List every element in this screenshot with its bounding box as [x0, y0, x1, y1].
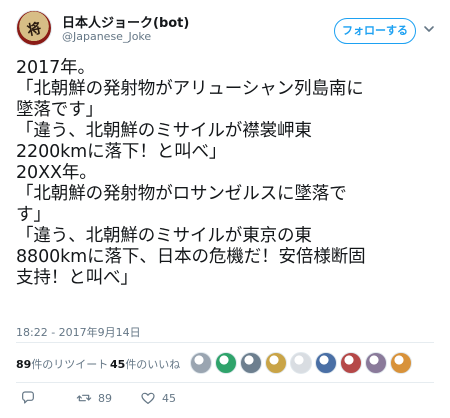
tweet-line: 2200kmに落下！と叫べ」 [16, 142, 227, 162]
retweets-count: 89 [16, 358, 32, 371]
heart-icon [141, 392, 155, 404]
user-handle[interactable]: @Japanese_Joke [62, 30, 151, 43]
tweet-line: 支持！と叫べ」 [16, 268, 138, 288]
tweet-line: 「北朝鮮の発射物がロサンゼルスに墜落で [16, 184, 347, 204]
tweet-text: 2017年。 「北朝鮮の発射物がアリューシャン列島南に 墜落です」 「違う、北朝… [16, 58, 436, 289]
reply-button[interactable] [20, 388, 36, 408]
retweet-button[interactable]: 89 [76, 388, 112, 408]
tweet-line: 2017年。 [16, 58, 95, 78]
liker-avatar[interactable] [190, 352, 212, 374]
divider [16, 342, 434, 343]
display-name[interactable]: 日本人ジョーク(bot) [62, 12, 189, 31]
tweet-line: 「違う、北朝鮮のミサイルが東京の東 [16, 226, 312, 246]
liker-avatar[interactable] [290, 352, 312, 374]
tweet-line: 「違う、北朝鮮のミサイルが襟裳岬東 [16, 121, 312, 141]
avatar[interactable]: 将 [16, 10, 52, 46]
reply-icon [22, 391, 34, 404]
tweet-line: 8800kmに落下、日本の危機だ！安倍様断固 [16, 247, 366, 267]
liker-avatar[interactable] [215, 352, 237, 374]
chevron-down-icon[interactable] [422, 22, 436, 36]
tweet-line: 「北朝鮮の発射物がアリューシャン列島南に [16, 79, 364, 99]
tweet-actions: 89 45 [16, 388, 434, 410]
retweet-icon [76, 394, 92, 402]
retweets-label: 件のリツイート [31, 358, 109, 371]
avatar-glyph: 将 [25, 20, 43, 40]
tweet-header: 将 日本人ジョーク(bot) @Japanese_Joke フォローする [16, 10, 434, 54]
likes-count: 45 [110, 358, 126, 371]
like-count: 45 [162, 391, 176, 405]
liker-avatar[interactable] [315, 352, 337, 374]
liker-avatar[interactable] [340, 352, 362, 374]
likes-label: 件のいいね [125, 358, 181, 371]
liker-avatar[interactable] [240, 352, 262, 374]
like-button[interactable]: 45 [140, 388, 176, 408]
liker-avatar[interactable] [365, 352, 387, 374]
divider [16, 382, 434, 383]
retweets-stat[interactable]: 89件のリツイート [16, 356, 108, 372]
tweet-line: 20XX年。 [16, 163, 97, 183]
follow-button[interactable]: フォローする [334, 18, 416, 44]
likes-stat[interactable]: 45件のいいね [110, 356, 180, 372]
tweet-line: す」 [16, 205, 51, 225]
liker-avatar[interactable] [390, 352, 412, 374]
tweet-timestamp[interactable]: 18:22 - 2017年9月14日 [16, 324, 141, 340]
tweet-line: 墜落です」 [16, 100, 103, 120]
retweet-count: 89 [98, 391, 112, 405]
engagement-stats: 89件のリツイート 45件のいいね [16, 350, 434, 378]
liker-avatar[interactable] [265, 352, 287, 374]
